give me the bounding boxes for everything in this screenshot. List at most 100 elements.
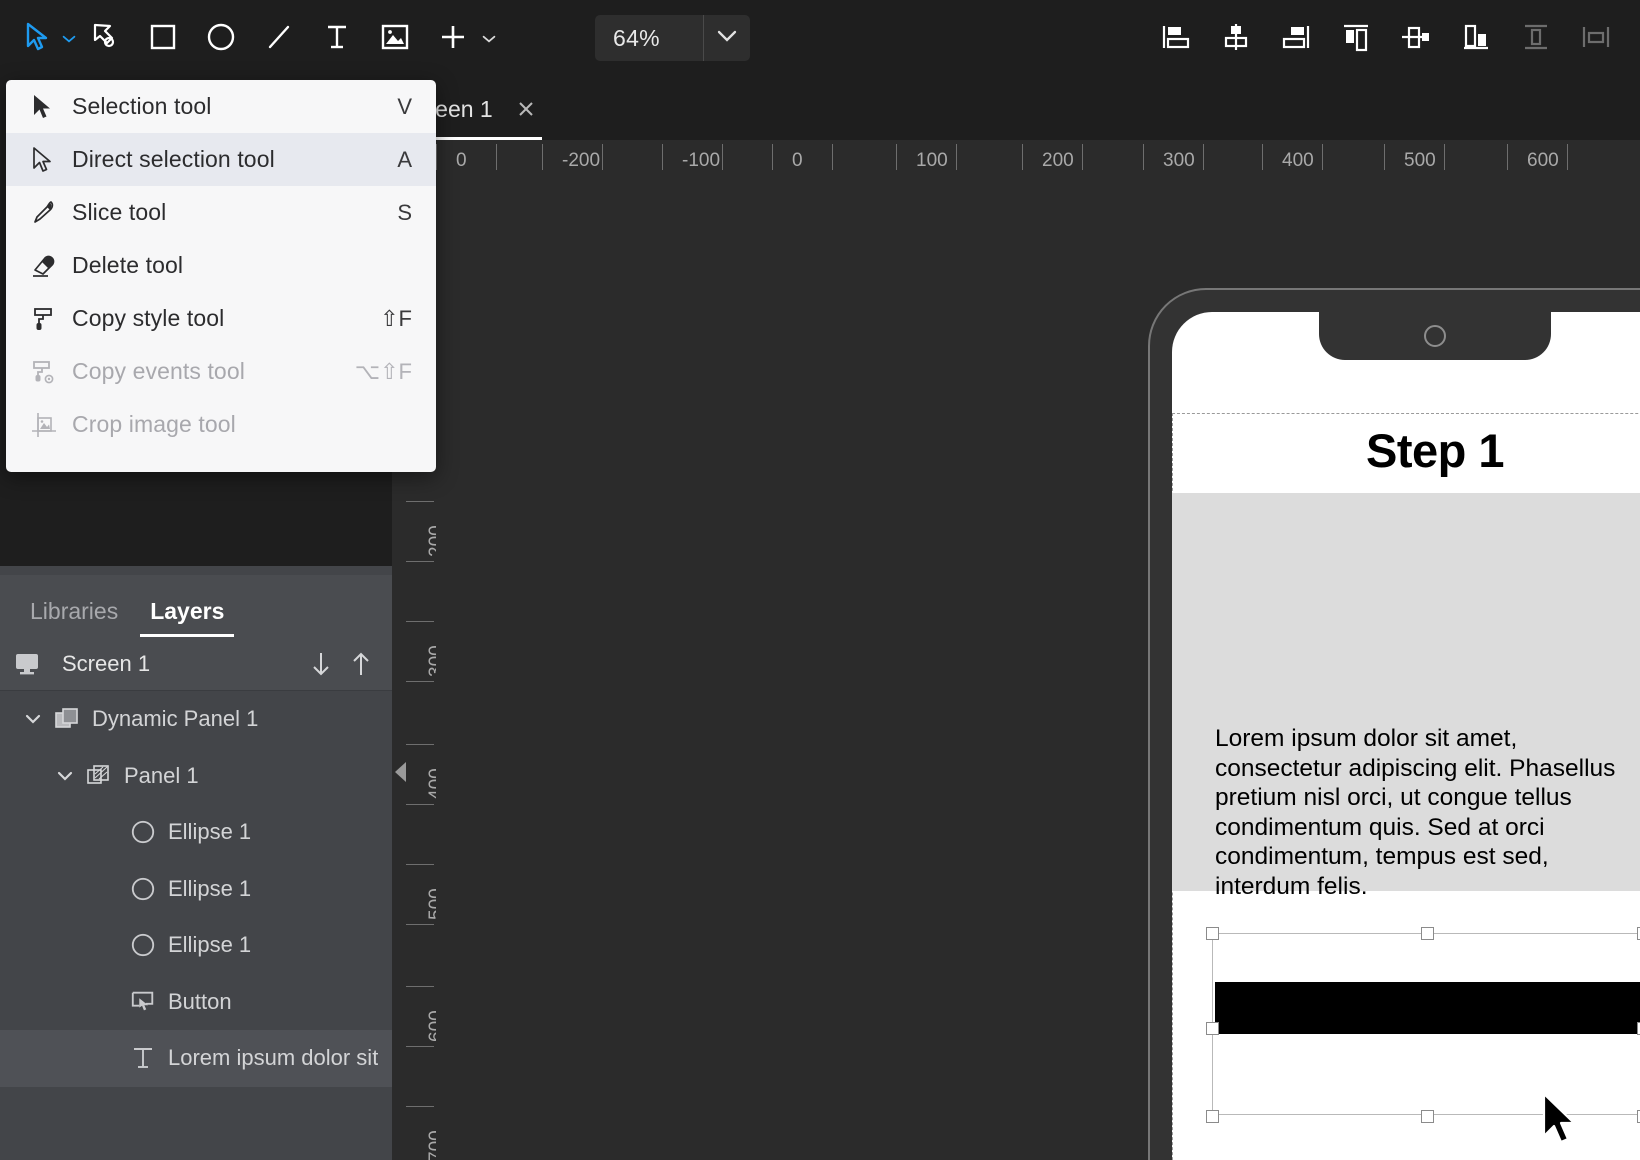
align-middle-vertical-icon [1399,21,1433,58]
phone-notch [1319,312,1551,360]
ruler-tick [1322,144,1323,170]
menu-item-shortcut: ⇧F [380,305,412,331]
menu-item-direct-selection-tool[interactable]: Direct selection tool A [6,133,436,186]
menu-item-label: Direct selection tool [72,146,275,172]
arrow-down-icon[interactable] [308,651,334,677]
text-tool-button[interactable] [308,9,366,69]
collapse-left-icon[interactable] [392,754,412,790]
ruler-label: 100 [916,150,948,171]
chevron-down-icon[interactable] [54,765,76,787]
image-tool-button[interactable] [366,9,424,69]
ruler-tick [406,986,434,987]
ellipse-tool-button[interactable] [192,9,250,69]
align-right-button[interactable] [1266,9,1326,69]
layer-name: Ellipse 1 [168,932,252,958]
menu-item-shortcut: A [397,146,412,172]
align-middle-vertical-button[interactable] [1386,9,1446,69]
paint-roller-icon [30,305,72,333]
roller-gear-icon [30,358,72,386]
zoom-value[interactable]: 64% [595,25,703,52]
add-tool-caret[interactable] [482,9,496,69]
arrow-up-icon[interactable] [348,651,374,677]
menu-item-delete-tool[interactable]: Delete tool [6,239,436,292]
panel-tab-bar: Libraries Layers [0,575,392,637]
add-tool-button[interactable] [424,9,482,69]
screen-row[interactable]: Screen 1 [0,637,392,691]
layer-row[interactable]: Ellipse 1 [0,861,392,918]
horizontal-ruler[interactable]: 0 -200 -100 0 100 200 300 400 500 600 [392,140,1640,182]
rectangle-tool-button[interactable] [134,9,192,69]
menu-item-label: Selection tool [72,93,212,119]
ruler-tick [1567,144,1568,170]
resize-handle-top-center[interactable] [1421,927,1434,940]
line-tool-button[interactable] [250,9,308,69]
ellipse-icon [130,932,156,958]
panel-tab-layers[interactable]: Layers [134,598,240,637]
solid-arrow-icon [30,93,72,121]
ruler-tick [436,144,437,170]
camera-dot-icon [1424,325,1446,347]
distribute-horizontal-button[interactable] [1566,9,1626,69]
layer-name: Dynamic Panel 1 [92,706,259,732]
align-bottom-button[interactable] [1446,9,1506,69]
menu-item-selection-tool[interactable]: Selection tool V [6,80,436,133]
zoom-dropdown-button[interactable] [704,15,750,61]
layer-row[interactable]: Dynamic Panel 1 [0,691,392,748]
image-icon [380,23,410,56]
ruler-tick [406,681,434,682]
menu-item-label: Copy style tool [72,305,225,331]
menu-item-slice-tool[interactable]: Slice tool S [6,186,436,239]
resize-handle-bottom-left[interactable] [1206,1110,1219,1123]
distribute-vertical-button[interactable] [1506,9,1566,69]
menu-item-copy-style-tool[interactable]: Copy style tool ⇧F [6,292,436,345]
zoom-control[interactable]: 64% [595,15,750,61]
ruler-tick [1507,144,1508,170]
layer-row[interactable]: Button [0,974,392,1031]
ruler-tick [772,144,773,170]
align-top-icon [1339,21,1373,58]
ruler-tick [406,924,434,925]
chevron-down-icon[interactable] [22,708,44,730]
distribute-horizontal-icon [1579,21,1613,58]
align-center-horizontal-button[interactable] [1206,9,1266,69]
screen-row-label: Screen 1 [62,650,151,676]
layer-row[interactable]: Ellipse 1 [0,917,392,974]
tool-dropdown-menu[interactable]: Selection tool V Direct selection tool A Sli… [6,80,436,472]
selection-tool-button[interactable] [14,9,62,69]
ruler-tick [1022,144,1023,170]
ruler-tick [406,621,434,622]
close-icon[interactable] [515,98,537,120]
screen-row-actions [308,651,392,677]
resize-handle-top-left[interactable] [1206,927,1219,940]
tool-group [0,9,496,69]
ellipse-icon [130,876,156,902]
menu-item-label: Delete tool [72,252,184,278]
panel-tab-libraries[interactable]: Libraries [14,598,134,637]
ruler-tick [496,144,497,170]
design-stage[interactable]: Step 1 Lorem ipsum dolor sit amet, conse… [436,182,1640,1160]
align-bottom-icon [1459,21,1493,58]
resize-handle-bottom-center[interactable] [1421,1110,1434,1123]
ruler-label: 0 [792,150,803,171]
ruler-tick [1203,144,1204,170]
ruler-tick [406,804,434,805]
align-left-button[interactable] [1146,9,1206,69]
header-guide-line [1172,413,1640,414]
ruler-tick [602,144,603,170]
resize-handle-middle-left[interactable] [1206,1022,1219,1035]
pen-tool-button[interactable] [76,9,134,69]
selection-tool-caret[interactable] [62,9,76,69]
alignment-toolbar [1146,0,1626,78]
cursor-arrow-icon [24,22,52,57]
layer-row[interactable]: Ellipse 1 [0,804,392,861]
body-paragraph[interactable]: Lorem ipsum dolor sit amet, consectetur … [1215,724,1640,901]
ruler-tick [406,864,434,865]
panel-icon [86,763,112,789]
canvas-area: creen 1 0 -200 -100 0 100 200 300 400 500 600 0 10… [392,78,1640,1160]
ruler-label: 700 [426,1130,436,1160]
monitor-icon [14,651,40,677]
selection-bounding-box[interactable] [1206,927,1640,1123]
layer-row[interactable]: Panel 1 [0,748,392,805]
align-top-button[interactable] [1326,9,1386,69]
layer-row[interactable]: Lorem ipsum dolor sit [0,1030,392,1087]
